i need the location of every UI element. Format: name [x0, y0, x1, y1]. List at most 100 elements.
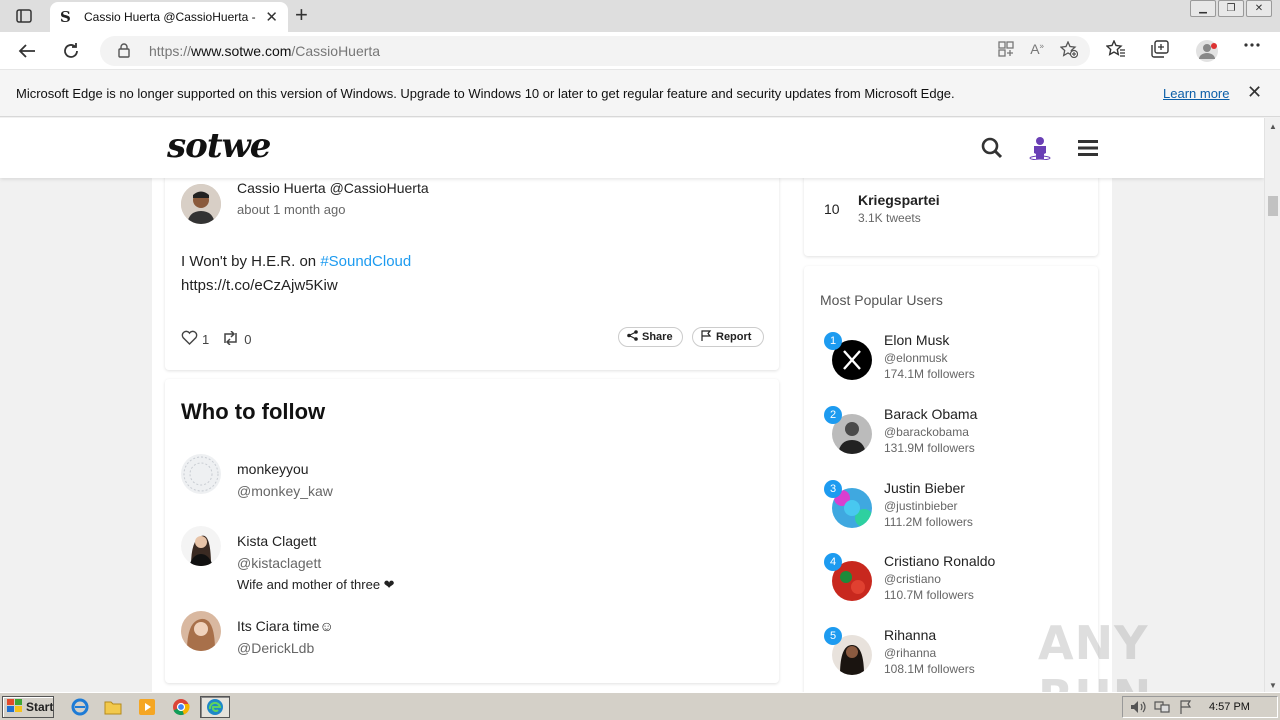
start-button[interactable]: Start [2, 696, 54, 718]
media-player-icon[interactable] [137, 698, 157, 716]
list-item[interactable]: 1 Elon Musk @elonmusk 174.1M followers [820, 332, 1080, 396]
volume-icon[interactable] [1128, 698, 1148, 716]
avatar[interactable] [181, 526, 221, 566]
trend-rank: 10 [824, 201, 840, 217]
flag-icon [701, 330, 712, 344]
avatar[interactable] [181, 611, 221, 651]
user-handle[interactable]: @elonmusk [884, 351, 948, 365]
share-icon [627, 330, 638, 344]
like-heart-icon[interactable] [181, 330, 198, 348]
user-handle[interactable]: @cristiano [884, 572, 941, 586]
favorites-icon[interactable] [1106, 40, 1126, 58]
url-box[interactable]: https://www.sotwe.com/CassioHuerta A» [100, 36, 1090, 66]
tweet-author[interactable]: Cassio Huerta @CassioHuerta [237, 180, 429, 196]
list-item[interactable]: 3 Justin Bieber @justinbieber 111.2M fol… [820, 480, 1080, 544]
refresh-icon[interactable] [60, 40, 82, 62]
unsupported-os-infobar: Microsoft Edge is no longer supported on… [0, 70, 1280, 117]
user-name[interactable]: Justin Bieber [884, 480, 965, 496]
infobar-close-icon[interactable]: ✕ [1247, 82, 1262, 103]
follower-count: 110.7M followers [884, 588, 974, 602]
user-name[interactable]: Barack Obama [884, 406, 977, 422]
hashtag-link[interactable]: #SoundCloud [320, 253, 411, 270]
follower-count: 174.1M followers [884, 367, 975, 381]
user-handle[interactable]: @monkey_kaw [237, 483, 333, 499]
user-handle[interactable]: @DerickLdb [237, 640, 314, 656]
who-to-follow-title: Who to follow [181, 399, 326, 424]
user-handle[interactable]: @rihanna [884, 646, 936, 660]
most-popular-title: Most Popular Users [820, 292, 943, 308]
url-scheme: https:// [149, 43, 192, 59]
user-handle[interactable]: @kistaclagett [237, 555, 321, 571]
site-header: sotwe [0, 118, 1264, 178]
new-tab-icon[interactable]: + [295, 4, 308, 26]
scroll-down-icon[interactable]: ▼ [1269, 681, 1277, 690]
windows-taskbar: Start 4:57 PM [0, 692, 1280, 720]
window-close-icon[interactable]: ✕ [1246, 0, 1272, 17]
user-name[interactable]: Kista Clagett [237, 533, 316, 549]
trending-card: 10 Kriegspartei 3.1K tweets [804, 174, 1098, 256]
address-toolbar: https://www.sotwe.com/CassioHuerta A» [0, 32, 1280, 70]
tweet-text: I Won't by H.E.R. on #SoundCloud https:/… [181, 250, 411, 298]
windows-logo-icon [7, 698, 23, 716]
user-name[interactable]: Its Ciara time☺ [237, 618, 334, 634]
tab-strip: S Cassio Huerta @CassioHuerta - T ✕ + ▁ … [0, 0, 1280, 32]
window-controls: ▁ ❐ ✕ [1188, 0, 1272, 18]
list-item[interactable]: 4 Cristiano Ronaldo @cristiano 110.7M fo… [820, 553, 1080, 617]
user-name[interactable]: monkeyyou [237, 461, 309, 477]
trend-name[interactable]: Kriegspartei [858, 192, 940, 208]
user-name[interactable]: Cristiano Ronaldo [884, 553, 995, 569]
user-name[interactable]: Elon Musk [884, 332, 949, 348]
follower-count: 111.2M followers [884, 515, 973, 529]
infobar-message: Microsoft Edge is no longer supported on… [16, 86, 955, 101]
network-icon[interactable] [1152, 698, 1172, 716]
chrome-icon[interactable] [171, 698, 191, 716]
lock-icon[interactable] [118, 43, 130, 63]
like-count: 1 [202, 331, 210, 347]
hamburger-menu-icon[interactable] [1076, 135, 1100, 161]
scroll-up-icon[interactable]: ▲ [1269, 122, 1277, 131]
active-tab[interactable]: S Cassio Huerta @CassioHuerta - T ✕ [50, 2, 288, 32]
learn-more-link[interactable]: Learn more [1163, 86, 1229, 101]
url-path: /CassioHuerta [291, 43, 381, 59]
share-button[interactable]: Share [618, 327, 683, 347]
file-explorer-icon[interactable] [103, 698, 123, 716]
url-text[interactable]: https://www.sotwe.com/CassioHuerta [149, 43, 380, 59]
user-login-icon[interactable] [1028, 135, 1052, 161]
read-aloud-icon[interactable]: A» [1030, 41, 1044, 62]
tweet-url-link[interactable]: https://t.co/eCzAjw5Kiw [181, 277, 338, 294]
taskbar-clock[interactable]: 4:57 PM [1209, 701, 1250, 713]
scrollbar-thumb[interactable] [1268, 196, 1278, 216]
user-name[interactable]: Rihanna [884, 627, 936, 643]
app-available-icon[interactable] [998, 41, 1014, 62]
user-handle[interactable]: @barackobama [884, 425, 969, 439]
user-handle[interactable]: @justinbieber [884, 499, 958, 513]
tweet-timestamp[interactable]: about 1 month ago [237, 202, 345, 217]
list-item[interactable]: Kista Clagett @kistaclagett Wife and mot… [181, 526, 741, 592]
tweet-author-avatar[interactable] [181, 184, 221, 224]
minimize-icon[interactable]: ▁ [1190, 0, 1216, 17]
tab-close-icon[interactable]: ✕ [265, 8, 278, 26]
search-icon[interactable] [980, 135, 1004, 161]
start-label: Start [26, 700, 54, 714]
sotwe-favicon-icon: S [60, 8, 71, 26]
share-label: Share [642, 331, 673, 343]
action-center-flag-icon[interactable] [1176, 698, 1196, 716]
more-menu-icon[interactable] [1243, 42, 1261, 48]
list-item[interactable]: monkeyyou @monkey_kaw [181, 454, 741, 511]
tab-actions-icon[interactable] [10, 6, 38, 26]
page-scrollbar[interactable]: ▲ ▼ [1264, 118, 1280, 692]
internet-explorer-icon[interactable] [70, 698, 90, 716]
retweet-icon[interactable] [221, 329, 240, 348]
avatar[interactable] [181, 454, 221, 494]
restore-icon[interactable]: ❐ [1218, 0, 1244, 17]
collections-icon[interactable] [1150, 40, 1170, 58]
list-item[interactable]: 2 Barack Obama @barackobama 131.9M follo… [820, 406, 1080, 470]
edge-icon[interactable] [205, 698, 225, 716]
sotwe-logo[interactable]: sotwe [167, 126, 271, 166]
rank-badge: 4 [824, 553, 842, 571]
add-favorite-icon[interactable] [1059, 40, 1079, 62]
back-arrow-icon[interactable] [16, 40, 38, 62]
list-item[interactable]: Its Ciara time☺ @DerickLdb [181, 611, 741, 668]
profile-avatar-icon[interactable] [1195, 39, 1219, 63]
report-button[interactable]: Report [692, 327, 764, 347]
